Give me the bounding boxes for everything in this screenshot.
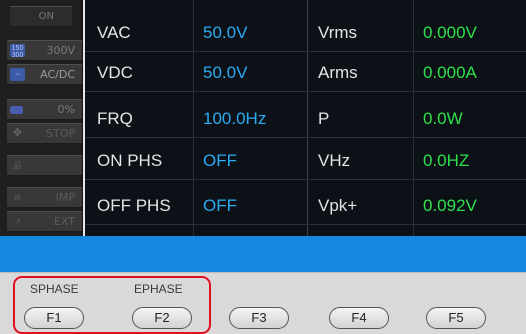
measurement-label-p: P	[318, 109, 330, 128]
setting-value-vdc[interactable]: 50.0V	[203, 63, 247, 83]
parameter-row: VDC 50.0V Arms 0.000A	[85, 52, 526, 92]
setting-value-vac[interactable]: 50.0V	[203, 23, 247, 43]
acdc-wave-icon: ~	[10, 68, 25, 81]
stop-icon: ✥	[12, 127, 23, 139]
imp-indicator: ⊟ IMP	[7, 187, 82, 208]
parameter-row: FRQ 100.0Hz P 0.0W	[85, 98, 526, 138]
measurement-value-p: 0.0W	[423, 109, 463, 128]
setting-label-vac: VAC	[97, 23, 131, 42]
percent-indicator: 0%	[7, 99, 82, 120]
network-icon: 品	[13, 161, 22, 170]
measurement-value-vrms: 0.000V	[423, 23, 477, 42]
f3-button[interactable]: F3	[229, 307, 289, 329]
ext-label: EXT	[53, 215, 75, 228]
measurement-value-vpk: 0.092V	[423, 196, 477, 215]
parameter-grid: VAC 50.0V Vrms 0.000V VDC 50.0V Arms 0.0…	[85, 0, 526, 236]
range-label: 300V	[46, 44, 75, 57]
measurement-label-arms: Arms	[318, 63, 358, 82]
imp-label: IMP	[55, 191, 75, 204]
parameter-row: VAC 50.0V Vrms 0.000V	[85, 12, 526, 52]
mode-label: AC/DC	[40, 68, 75, 81]
f5-button[interactable]: F5	[426, 307, 486, 329]
setting-label-frq: FRQ	[97, 109, 133, 128]
stop-indicator: ✥ STOP	[7, 123, 82, 144]
setting-label-off-phs: OFF PHS	[97, 196, 171, 215]
highlight-box	[13, 276, 211, 334]
stop-label: STOP	[46, 127, 75, 140]
setting-value-frq[interactable]: 100.0Hz	[203, 109, 266, 129]
setting-value-on-phs[interactable]: OFF	[203, 151, 237, 171]
setting-label-on-phs: ON PHS	[97, 151, 163, 170]
f4-button[interactable]: F4	[329, 307, 389, 329]
ext-indicator: ↗ EXT	[7, 211, 82, 232]
message-bar	[0, 236, 526, 272]
measurement-label-vpk: Vpk+	[318, 196, 358, 215]
measurement-value-arms: 0.000A	[423, 63, 477, 82]
ext-icon: ↗	[14, 217, 21, 226]
range-indicator: 150 300 300V	[7, 40, 82, 61]
battery-icon	[10, 106, 23, 114]
status-panel: ON 150 300 300V ~ AC/DC 0% ✥ STOP 品 ⊟ IMP…	[0, 0, 83, 236]
acdc-indicator: ~ AC/DC	[7, 64, 82, 85]
on-label: ON	[38, 11, 54, 22]
setting-value-off-phs[interactable]: OFF	[203, 196, 237, 216]
on-indicator: ON	[10, 6, 72, 27]
network-indicator: 品	[7, 155, 82, 176]
instrument-screen: ON 150 300 300V ~ AC/DC 0% ✥ STOP 品 ⊟ IMP…	[0, 0, 526, 334]
setting-label-vdc: VDC	[97, 63, 133, 82]
range-icon: 150 300	[10, 44, 25, 59]
imp-icon: ⊟	[14, 193, 21, 202]
measurement-label-vhz: VHz	[318, 151, 351, 170]
percent-label: 0%	[57, 103, 75, 116]
parameter-row: OFF PHS OFF Vpk+ 0.092V	[85, 185, 526, 225]
parameter-row: ON PHS OFF VHz 0.0HZ	[85, 140, 526, 180]
measurement-value-vhz: 0.0HZ	[423, 151, 470, 170]
measurement-label-vrms: Vrms	[318, 23, 358, 42]
